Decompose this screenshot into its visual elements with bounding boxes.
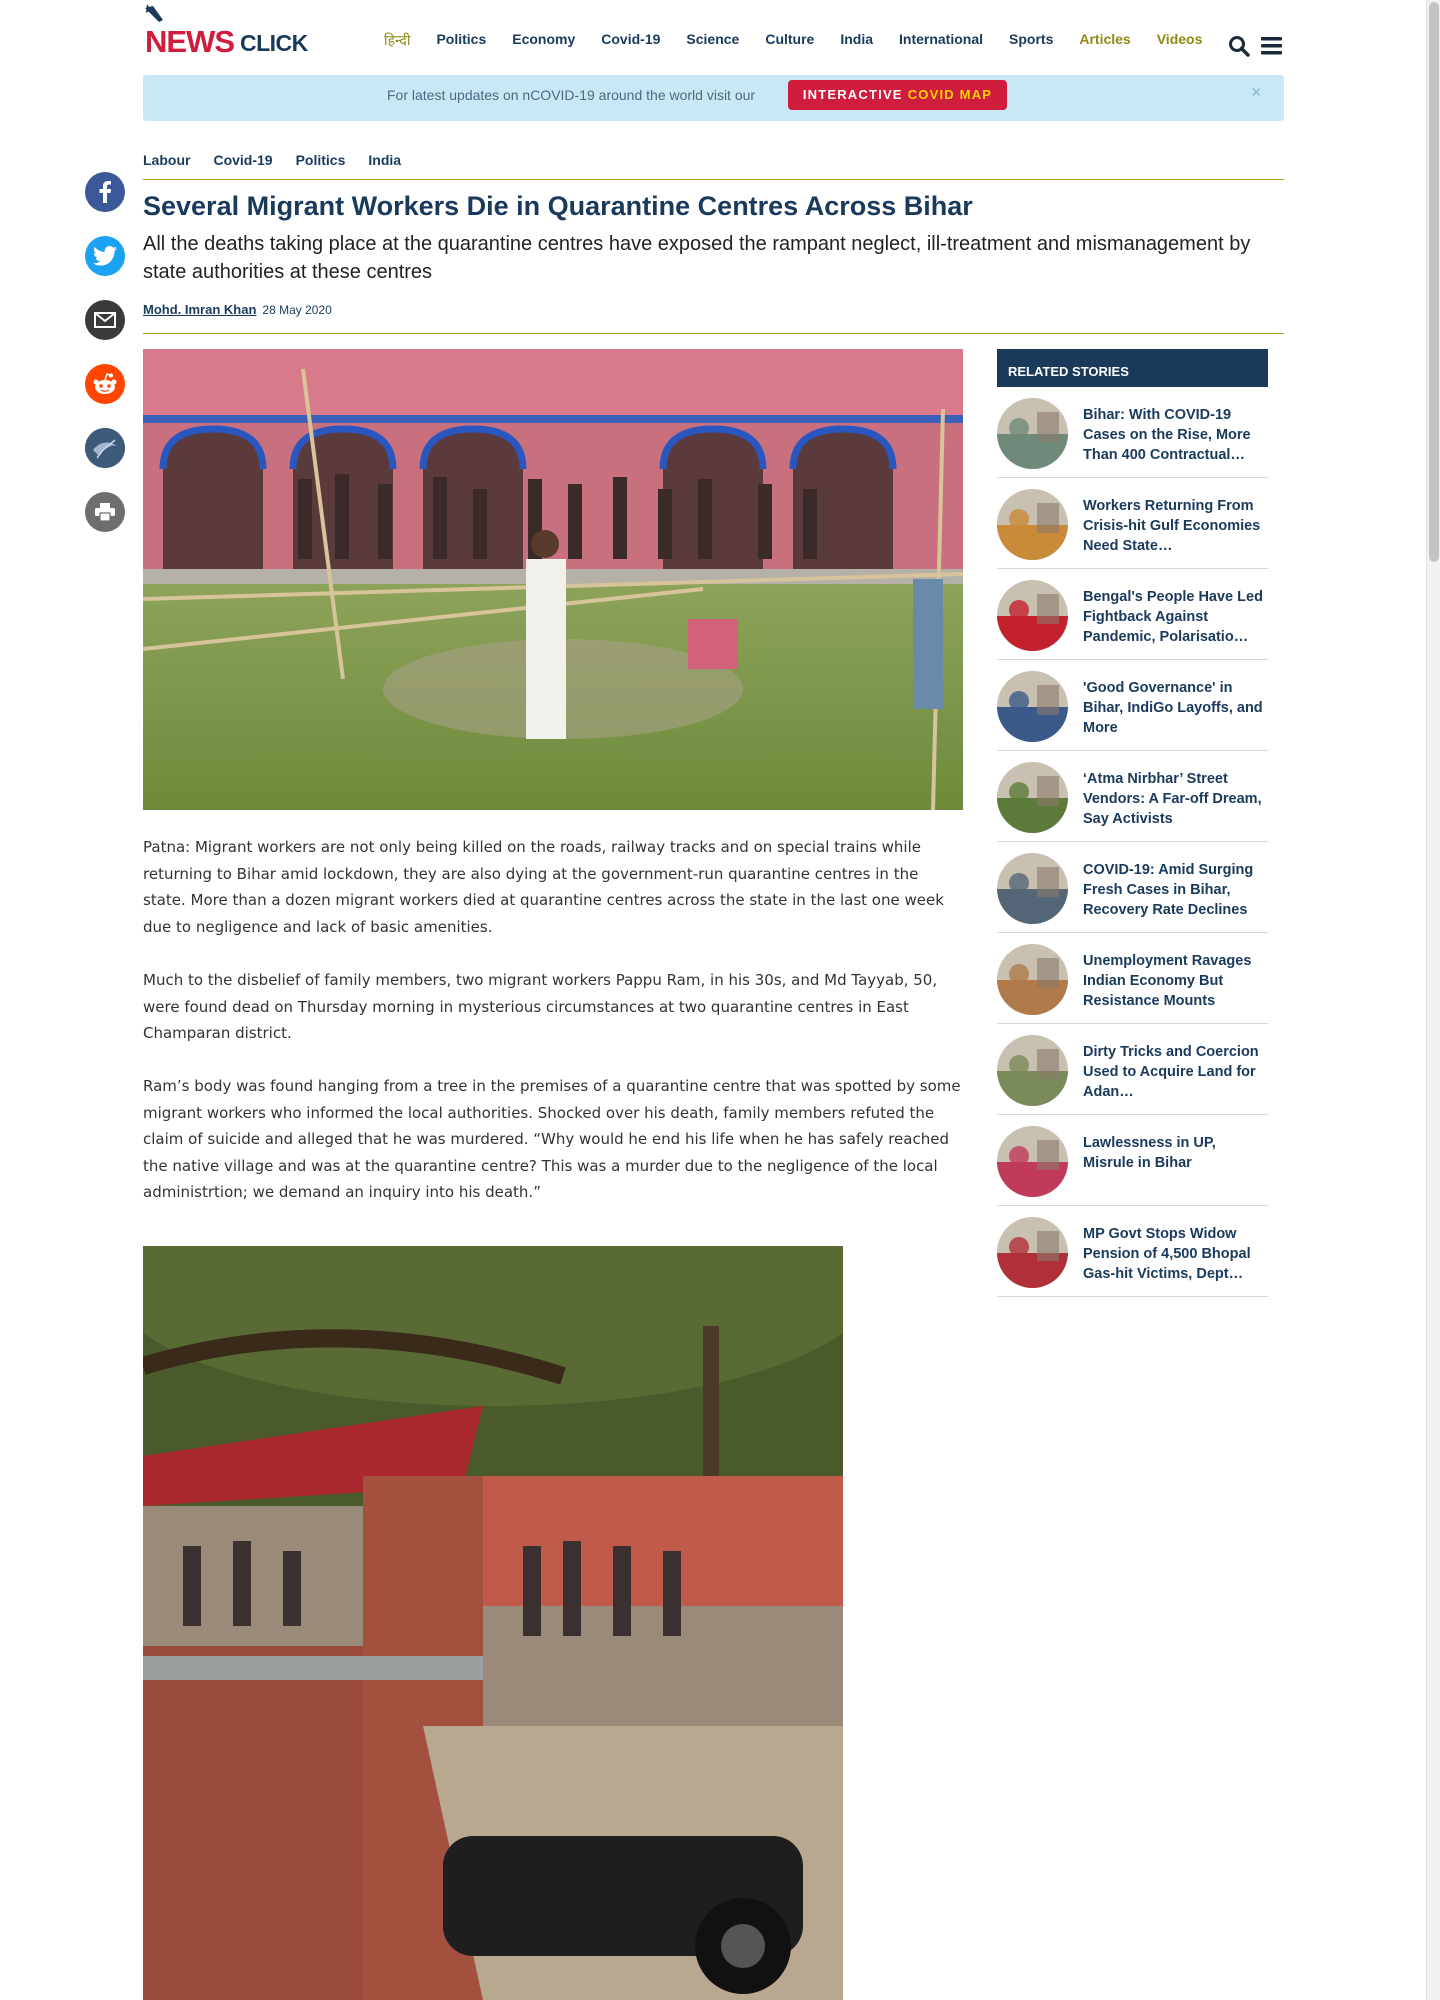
- nav-item-articles[interactable]: Articles: [1079, 31, 1130, 50]
- banner-text: For latest updates on nCOVID-19 around t…: [387, 87, 756, 103]
- related-story-title[interactable]: Unemployment Ravages Indian Economy But …: [1083, 951, 1269, 1011]
- print-icon: [95, 503, 115, 521]
- share-print-button[interactable]: [85, 492, 125, 532]
- related-story-title[interactable]: Lawlessness in UP, Misrule in Bihar: [1083, 1133, 1269, 1173]
- related-story-item[interactable]: Workers Returning From Crisis-hit Gulf E…: [997, 478, 1268, 569]
- nav-item-international[interactable]: International: [899, 31, 983, 50]
- tag-covid-19[interactable]: Covid-19: [213, 152, 272, 168]
- hero-image-quarantine-centre: [143, 349, 963, 810]
- article-subtitle: All the deaths taking place at the quara…: [143, 233, 1251, 283]
- related-story-thumbnail[interactable]: [997, 853, 1068, 924]
- related-story-item[interactable]: COVID-19: Amid Surging Fresh Cases in Bi…: [997, 842, 1268, 933]
- related-story-item[interactable]: Bihar: With COVID-19 Cases on the Rise, …: [997, 387, 1268, 478]
- related-story-title[interactable]: Workers Returning From Crisis-hit Gulf E…: [1083, 496, 1269, 556]
- article-paragraph: Much to the disbelief of family members,…: [143, 971, 938, 1042]
- covid-map-button[interactable]: INTERACTIVE COVID MAP: [788, 80, 1007, 110]
- article-tags: Labour Covid-19 Politics India: [143, 152, 424, 168]
- site-header: NEWS CLICK हिन्दी Politics Economy Covid…: [0, 0, 1426, 76]
- related-story-thumbnail[interactable]: [997, 580, 1068, 651]
- related-story-thumbnail[interactable]: [997, 944, 1068, 1015]
- share-twitter-button[interactable]: [85, 236, 125, 276]
- covid-map-button-label: INTERACTIVE: [802, 87, 903, 102]
- search-icon[interactable]: [1228, 35, 1250, 57]
- related-story-item[interactable]: Lawlessness in UP, Misrule in Bihar: [997, 1115, 1268, 1206]
- related-story-thumbnail[interactable]: [997, 1126, 1068, 1197]
- email-icon: [94, 312, 116, 328]
- hamburger-menu-icon[interactable]: [1261, 35, 1282, 56]
- nav-item-sports[interactable]: Sports: [1009, 31, 1053, 50]
- related-story-item[interactable]: Unemployment Ravages Indian Economy But …: [997, 933, 1268, 1024]
- related-story-title[interactable]: Bihar: With COVID-19 Cases on the Rise, …: [1083, 405, 1269, 465]
- related-story-title[interactable]: MP Govt Stops Widow Pension of 4,500 Bho…: [1083, 1224, 1269, 1284]
- nav-item-culture[interactable]: Culture: [765, 31, 814, 50]
- logo-click-text: CLICK: [240, 30, 308, 56]
- share-telegram-button[interactable]: [85, 428, 125, 468]
- reddit-icon: [93, 373, 117, 394]
- related-story-item[interactable]: Dirty Tricks and Coercion Used to Acquir…: [997, 1024, 1268, 1115]
- banner-close-icon[interactable]: ×: [1251, 82, 1262, 103]
- share-reddit-button[interactable]: [85, 364, 125, 404]
- publish-date: 28 May 2020: [262, 303, 332, 317]
- tag-india[interactable]: India: [368, 152, 401, 168]
- tag-politics[interactable]: Politics: [296, 152, 346, 168]
- related-story-item[interactable]: MP Govt Stops Widow Pension of 4,500 Bho…: [997, 1206, 1268, 1297]
- author-link[interactable]: Mohd. Imran Khan: [143, 302, 256, 317]
- facebook-icon: [99, 181, 111, 203]
- related-story-thumbnail[interactable]: [997, 489, 1068, 560]
- related-stories: RELATED STORIES Bihar: With COVID-19 Cas…: [997, 349, 1268, 1297]
- article-image-quarantine-premises: [143, 1246, 843, 2000]
- covid-banner: For latest updates on nCOVID-19 around t…: [143, 75, 1284, 121]
- related-story-item[interactable]: Bengal's People Have Led Fightback Again…: [997, 569, 1268, 660]
- related-story-item[interactable]: ‘Atma Nirbhar’ Street Vendors: A Far-off…: [997, 751, 1268, 842]
- nav-item-politics[interactable]: Politics: [436, 31, 486, 50]
- related-story-title[interactable]: Bengal's People Have Led Fightback Again…: [1083, 587, 1269, 647]
- tag-labour[interactable]: Labour: [143, 152, 190, 168]
- telegram-icon: [85, 428, 125, 468]
- divider: [143, 333, 1284, 334]
- related-story-thumbnail[interactable]: [997, 671, 1068, 742]
- related-story-title[interactable]: Dirty Tricks and Coercion Used to Acquir…: [1083, 1042, 1269, 1102]
- nav-item-india[interactable]: India: [840, 31, 873, 50]
- nav-item-hindi[interactable]: हिन्दी: [384, 31, 410, 50]
- article-title: Several Migrant Workers Die in Quarantin…: [143, 191, 973, 221]
- related-story-title[interactable]: ‘Atma Nirbhar’ Street Vendors: A Far-off…: [1083, 769, 1269, 829]
- main-nav: हिन्दी Politics Economy Covid-19 Science…: [384, 31, 1228, 50]
- byline: Mohd. Imran Khan 28 May 2020: [143, 302, 332, 317]
- related-story-thumbnail[interactable]: [997, 398, 1068, 469]
- nav-item-covid-19[interactable]: Covid-19: [601, 31, 660, 50]
- logo-news-text: NEWS: [145, 24, 235, 59]
- scrollbar-thumb[interactable]: [1429, 2, 1439, 562]
- related-story-title[interactable]: COVID-19: Amid Surging Fresh Cases in Bi…: [1083, 860, 1269, 920]
- related-story-thumbnail[interactable]: [997, 762, 1068, 833]
- nav-item-science[interactable]: Science: [686, 31, 739, 50]
- twitter-icon: [93, 246, 117, 266]
- article-paragraph: Patna: Migrant workers are not only bein…: [143, 838, 944, 936]
- covid-map-button-accent: COVID MAP: [907, 87, 993, 102]
- nav-item-economy[interactable]: Economy: [512, 31, 575, 50]
- share-facebook-button[interactable]: [85, 172, 125, 212]
- share-email-button[interactable]: [85, 300, 125, 340]
- related-story-thumbnail[interactable]: [997, 1217, 1068, 1288]
- related-stories-heading: RELATED STORIES: [997, 349, 1268, 387]
- related-story-title[interactable]: 'Good Governance' in Bihar, IndiGo Layof…: [1083, 678, 1269, 738]
- divider: [143, 179, 1284, 180]
- related-story-thumbnail[interactable]: [997, 1035, 1068, 1106]
- newsclick-logo[interactable]: NEWS CLICK: [143, 4, 308, 59]
- related-story-item[interactable]: 'Good Governance' in Bihar, IndiGo Layof…: [997, 660, 1268, 751]
- nav-item-videos[interactable]: Videos: [1157, 31, 1203, 50]
- page-scrollbar[interactable]: [1426, 0, 1440, 2000]
- article-paragraph: Ram’s body was found hanging from a tree…: [143, 1077, 961, 1201]
